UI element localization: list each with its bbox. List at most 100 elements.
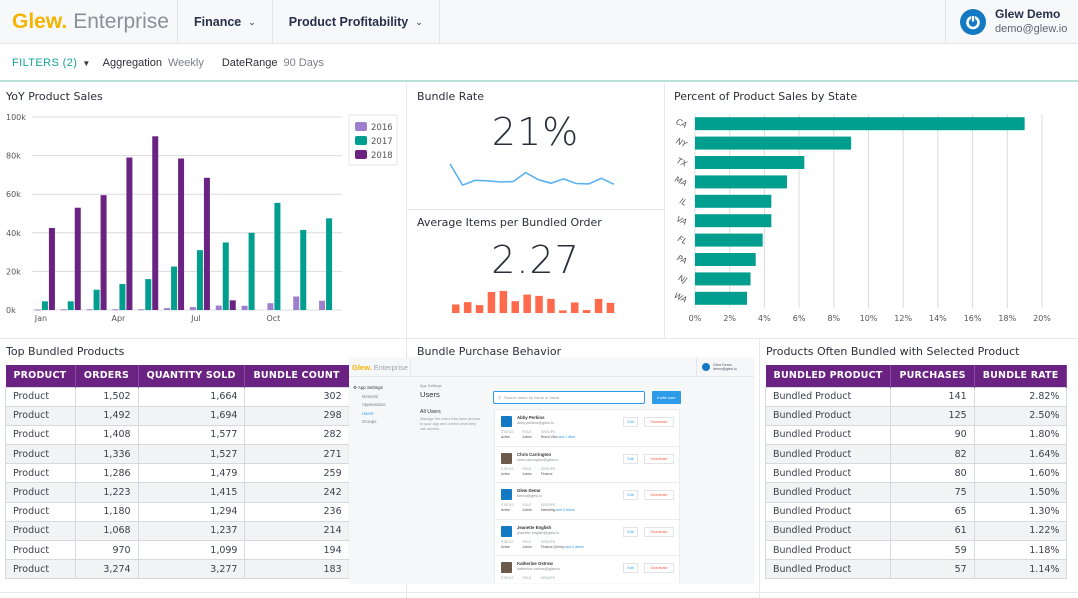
top-col-header[interactable]: QUANTITY SOLD xyxy=(138,365,246,387)
table-row[interactable]: Bundled Product 61 1.22% xyxy=(764,520,1068,542)
table-row[interactable]: Bundled Product 59 1.18% xyxy=(764,539,1068,561)
user-card-more-groups[interactable]: and 1 other xyxy=(559,435,576,439)
overlay-logo-brand: Glew. xyxy=(352,362,372,372)
table-row[interactable]: Bundled Product 80 1.60% xyxy=(764,463,1068,484)
table-row[interactable]: Product 3,274 3,277 183 xyxy=(5,559,406,580)
table-cell: Bundled Product xyxy=(764,520,892,542)
table-cell: 1,527 xyxy=(137,444,246,465)
filter-bar: FILTERS (2) ▼ Aggregation Weekly DateRang… xyxy=(0,45,1078,82)
table-row[interactable]: Bundled Product 141 2.82% xyxy=(764,386,1068,407)
ob-col-header[interactable]: BUNDLED PRODUCT xyxy=(765,365,892,387)
deactivate-user-button[interactable]: Deactivate xyxy=(644,526,674,537)
overlay-sidebar-item-appearance[interactable]: Appearance xyxy=(353,401,386,410)
user-card: Glew Demo demo@glew.io STATUS Active ROLE Adm… xyxy=(495,483,679,520)
table-row[interactable]: Bundled Product 82 1.64% xyxy=(764,444,1068,465)
table-row[interactable]: Product 1,180 1,294 236 xyxy=(5,501,406,522)
bar-FL xyxy=(695,233,763,247)
bar-2016-Apr xyxy=(112,309,119,311)
overlay-sidebar-item-users[interactable]: Users xyxy=(353,410,386,419)
bar-2016-Jan xyxy=(34,309,41,311)
user-card-more-groups[interactable]: and 3 others xyxy=(565,545,583,549)
table-row[interactable]: Product 1,502 1,664 302 xyxy=(5,386,406,407)
edit-user-button[interactable]: Edit xyxy=(623,563,638,573)
table-row[interactable]: Product 1,492 1,694 298 xyxy=(5,405,406,426)
top-col-header[interactable]: ORDERS xyxy=(75,365,139,387)
nav-product-profitability[interactable]: Product Profitability ⌄ xyxy=(273,0,440,44)
overlay-sidebar-heading[interactable]: ⚙ App Settings xyxy=(353,384,386,393)
overlay-sidebar-item-general[interactable]: General xyxy=(353,393,386,402)
top-col-header[interactable]: BUNDLE COUNT xyxy=(244,365,350,387)
table-row[interactable]: Bundled Product 125 2.50% xyxy=(764,405,1068,426)
avg-items-minibars xyxy=(452,290,615,313)
overlay-search-input[interactable]: ⚲ Search users by name or email xyxy=(493,391,645,404)
table-row[interactable]: Product 1,068 1,237 214 xyxy=(5,520,406,542)
mini-bar xyxy=(475,305,484,313)
caret-down-icon: ▼ xyxy=(82,58,91,68)
filter-aggregation-value[interactable]: Weekly xyxy=(168,57,204,69)
search-icon: ⚲ xyxy=(498,395,501,400)
user-card-name: Glew Demo xyxy=(517,488,541,493)
logo-product: Enterprise xyxy=(73,10,169,33)
yoy-product-sales-panel: YoY Product Sales 0k 20k 40k 60k 80k 100k Jan A… xyxy=(0,84,406,338)
bar-2016-May xyxy=(138,309,145,311)
table-cell: Bundled Product xyxy=(764,539,892,561)
user-card-more-groups[interactable]: and 3 others xyxy=(556,508,574,512)
overlay-user-list: Abby Perkins abby.perkins@glew.io STATUS Ac… xyxy=(494,409,680,583)
overlay-breadcrumb[interactable]: App Settings xyxy=(420,384,482,388)
mini-bar xyxy=(452,304,460,313)
user-menu[interactable]: Glew Demo demo@glew.io xyxy=(946,0,1078,44)
often-bundled-panel: Products Often Bundled with Selected Pro… xyxy=(760,339,1078,592)
app-logo[interactable]: Glew. Enterprise xyxy=(0,0,178,44)
invite-user-button[interactable]: Invite user xyxy=(652,391,681,404)
bar-2017-Oct xyxy=(274,202,281,310)
overlay-section-title: All Users xyxy=(420,409,441,415)
y-tick-label: PA xyxy=(676,253,689,265)
x-tick-label: 18% xyxy=(998,314,1016,323)
deactivate-user-button[interactable]: Deactivate xyxy=(644,417,674,427)
edit-user-button[interactable]: Edit xyxy=(623,490,638,500)
y-tick-label: FL xyxy=(676,234,688,246)
nav-finance[interactable]: Finance ⌄ xyxy=(178,0,273,44)
filter-daterange-label[interactable]: DateRange xyxy=(222,57,278,69)
y-tick-label: TX xyxy=(675,156,689,169)
table-cell: 1,180 xyxy=(74,501,139,522)
deactivate-user-button[interactable]: Deactivate xyxy=(644,490,674,500)
bar-2017-Jan xyxy=(41,301,48,310)
edit-user-button[interactable]: Edit xyxy=(623,453,638,464)
filters-toggle[interactable]: FILTERS (2) ▼ xyxy=(12,57,91,69)
y-tick-label: CA xyxy=(674,117,688,130)
table-cell: 1.18% xyxy=(973,539,1068,561)
table-cell: 183 xyxy=(244,559,350,580)
deactivate-user-button[interactable]: Deactivate xyxy=(644,563,674,573)
user-photo-avatar xyxy=(501,452,512,464)
ob-col-header[interactable]: PURCHASES xyxy=(890,365,975,387)
nav-finance-label: Finance xyxy=(194,15,242,29)
table-row[interactable]: Product 1,286 1,479 259 xyxy=(5,463,406,484)
edit-user-button[interactable]: Edit xyxy=(623,526,638,537)
table-row[interactable]: Product 1,223 1,415 242 xyxy=(5,482,406,503)
user-card-name: Chris Carrington xyxy=(517,451,552,457)
table-row[interactable]: Bundled Product 57 1.14% xyxy=(764,559,1068,580)
overlay-logo[interactable]: Glew. Enterprise xyxy=(349,358,411,377)
table-cell: 90 xyxy=(890,424,975,446)
dashboard: Glew. Enterprise Finance ⌄ Product Profi… xyxy=(0,0,1078,598)
table-row[interactable]: Bundled Product 75 1.50% xyxy=(764,482,1068,503)
table-cell: 298 xyxy=(244,405,350,426)
top-col-header[interactable]: PRODUCT xyxy=(5,365,76,387)
edit-user-button[interactable]: Edit xyxy=(623,417,638,427)
overlay-sidebar-item-groups[interactable]: Groups xyxy=(353,418,386,427)
filter-daterange-value[interactable]: 90 Days xyxy=(284,57,324,69)
table-row[interactable]: Product 1,336 1,527 271 xyxy=(5,444,406,465)
overlay-user-menu[interactable]: Glew Demo demo@glew.io xyxy=(696,358,754,377)
bundle-rate-sparkline xyxy=(449,163,615,186)
table-cell: 59 xyxy=(890,539,975,561)
table-row[interactable]: Bundled Product 65 1.30% xyxy=(764,501,1068,522)
table-row[interactable]: Product 1,408 1,577 282 xyxy=(5,424,406,446)
ob-col-header[interactable]: BUNDLE RATE xyxy=(974,365,1068,387)
table-row[interactable]: Product 970 1,099 194 xyxy=(5,539,406,561)
deactivate-user-button[interactable]: Deactivate xyxy=(644,453,674,464)
filter-aggregation-label[interactable]: Aggregation xyxy=(103,57,162,69)
x-tick-label: Jul xyxy=(190,314,201,323)
table-row[interactable]: Bundled Product 90 1.80% xyxy=(764,424,1068,446)
bar-2017-Sep xyxy=(248,232,255,310)
